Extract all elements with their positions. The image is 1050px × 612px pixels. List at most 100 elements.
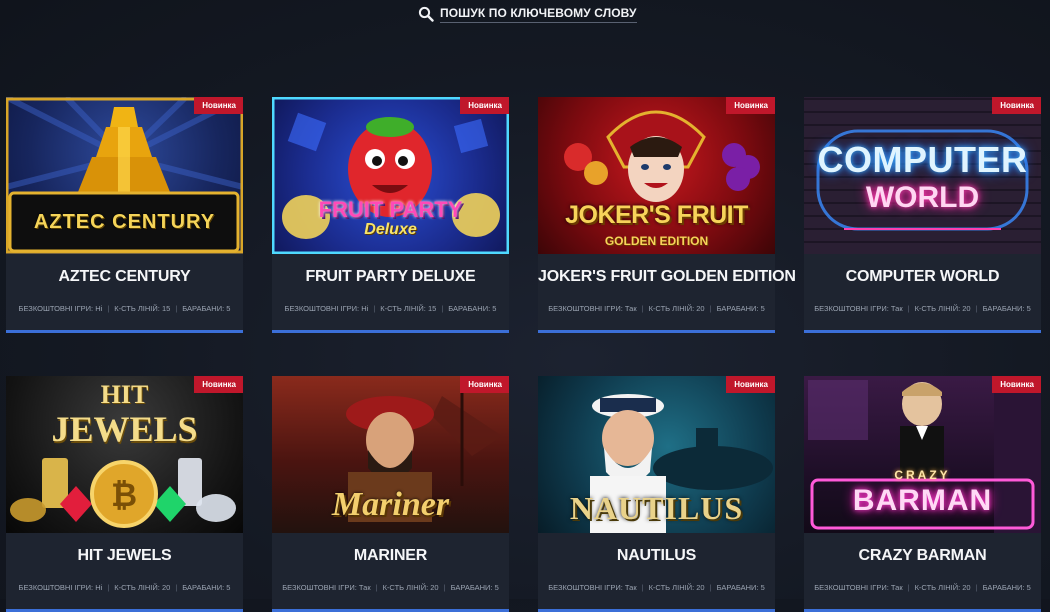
game-logo: FRUIT PARTY xyxy=(318,197,463,222)
lines-value: 20 xyxy=(962,303,971,313)
separator: | xyxy=(907,582,910,592)
new-badge: Новинка xyxy=(726,376,775,393)
lines-label: К-СТЬ ЛІНІЙ: xyxy=(648,582,695,592)
game-logo: COMPUTER xyxy=(817,139,1028,180)
free-spins-label: БЕЗКОШТОВНІ ІГРИ: xyxy=(548,582,623,592)
game-card-fruit-party-deluxe[interactable]: FRUIT PARTY Deluxe Новинка FRUIT PARTY D… xyxy=(272,97,509,333)
new-badge: Новинка xyxy=(460,97,509,114)
new-badge: Новинка xyxy=(194,376,243,393)
lines-value: 20 xyxy=(696,303,705,313)
free-spins-value: Ні xyxy=(361,303,369,313)
separator: | xyxy=(375,582,378,592)
search-link[interactable]: ПОШУК ПО КЛЮЧЕВОМУ СЛОВУ xyxy=(418,4,637,24)
separator: | xyxy=(441,303,444,313)
lines-value: 20 xyxy=(962,582,971,592)
game-meta: БЕЗКОШТОВНІ ІГРИ: Так | К-СТЬ ЛІНІЙ: 20 … xyxy=(804,579,1041,595)
lines-label: К-СТЬ ЛІНІЙ: xyxy=(648,303,695,313)
game-thumbnail: JOKER'S FRUIT GOLDEN EDITION Новинка xyxy=(538,97,775,254)
game-card-aztec-century[interactable]: AZTEC CENTURY Новинка AZTEC CENTURY БЕЗК… xyxy=(6,97,243,333)
lines-value: 15 xyxy=(161,303,171,313)
reels-label: БАРАБАНИ: xyxy=(450,582,493,592)
game-thumbnail: FRUIT PARTY Deluxe Новинка xyxy=(272,97,509,254)
game-thumbnail: NAUTILUS Новинка xyxy=(538,376,775,533)
new-badge: Новинка xyxy=(726,97,775,114)
new-badge: Новинка xyxy=(992,97,1041,114)
game-logo: BARMAN xyxy=(852,484,993,517)
reels-value: 5 xyxy=(492,303,497,313)
free-spins-label: БЕЗКОШТОВНІ ІГРИ: xyxy=(18,582,94,592)
reels-label: БАРАБАНИ: xyxy=(982,303,1025,313)
new-badge: Новинка xyxy=(194,97,243,114)
separator: | xyxy=(175,303,178,313)
reels-label: БАРАБАНИ: xyxy=(716,303,759,313)
game-title: HIT JEWELS xyxy=(77,547,172,564)
game-title: AZTEC CENTURY xyxy=(58,268,191,285)
free-spins-value: Так xyxy=(890,303,903,313)
reels-value: 5 xyxy=(1026,582,1031,592)
game-card-computer-world[interactable]: COMPUTER WORLD Новинка COMPUTER WORLD БЕ… xyxy=(804,97,1041,333)
separator: | xyxy=(641,582,644,592)
game-meta: БЕЗКОШТОВНІ ІГРИ: Ні | К-СТЬ ЛІНІЙ: 15 |… xyxy=(6,300,243,316)
reels-value: 5 xyxy=(494,582,499,592)
lines-label: К-СТЬ ЛІНІЙ: xyxy=(114,303,160,313)
separator: | xyxy=(373,303,376,313)
free-spins-value: Ні xyxy=(95,582,103,592)
reels-label: БАРАБАНИ: xyxy=(982,582,1025,592)
game-title: FRUIT PARTY DELUXE xyxy=(305,268,476,285)
reels-label: БАРАБАНИ: xyxy=(182,303,225,313)
lines-value: 20 xyxy=(161,582,171,592)
game-title: COMPUTER WORLD xyxy=(845,268,1000,285)
free-spins-label: БЕЗКОШТОВНІ ІГРИ: xyxy=(814,582,889,592)
free-spins-value: Так xyxy=(624,582,637,592)
game-thumbnail: AZTEC CENTURY Новинка xyxy=(6,97,243,254)
game-card-crazy-barman[interactable]: CRAZY BARMAN Новинка CRAZY BARMAN БЕЗКОШ… xyxy=(804,376,1041,612)
lines-value: 20 xyxy=(430,582,439,592)
free-spins-value: Так xyxy=(890,582,903,592)
game-title: JOKER'S FRUIT GOLDEN EDITION xyxy=(538,268,796,285)
game-meta: БЕЗКОШТОВНІ ІГРИ: Так | К-СТЬ ЛІНІЙ: 20 … xyxy=(804,300,1041,316)
separator: | xyxy=(709,303,712,313)
game-thumbnail: CRAZY BARMAN Новинка xyxy=(804,376,1041,533)
game-card-nautilus[interactable]: NAUTILUS Новинка NAUTILUS БЕЗКОШТОВНІ ІГ… xyxy=(538,376,775,612)
game-meta: БЕЗКОШТОВНІ ІГРИ: Ні | К-СТЬ ЛІНІЙ: 20 |… xyxy=(6,579,243,595)
free-spins-label: БЕЗКОШТОВНІ ІГРИ: xyxy=(548,303,623,313)
game-thumbnail: COMPUTER WORLD Новинка xyxy=(804,97,1041,254)
game-title: CRAZY BARMAN xyxy=(858,547,987,564)
game-logo-subtitle: GOLDEN EDITION xyxy=(604,234,709,248)
game-meta: БЕЗКОШТОВНІ ІГРИ: Так | К-СТЬ ЛІНІЙ: 20 … xyxy=(272,579,509,595)
game-logo-subtitle: Deluxe xyxy=(364,221,417,238)
separator: | xyxy=(107,303,110,313)
reels-value: 5 xyxy=(226,303,231,313)
reels-label: БАРАБАНИ: xyxy=(448,303,491,313)
game-meta: БЕЗКОШТОВНІ ІГРИ: Так | К-СТЬ ЛІНІЙ: 20 … xyxy=(538,579,775,595)
game-logo: AZTEC CENTURY xyxy=(33,211,216,233)
lines-label: К-СТЬ ЛІНІЙ: xyxy=(914,582,961,592)
reels-value: 5 xyxy=(760,303,765,313)
search-icon xyxy=(418,6,434,22)
lines-value: 15 xyxy=(427,303,437,313)
separator: | xyxy=(641,303,644,313)
game-card-jokers-fruit-golden-edition[interactable]: JOKER'S FRUIT GOLDEN EDITION Новинка JOK… xyxy=(538,97,796,333)
free-spins-value: Так xyxy=(624,303,637,313)
search-label: ПОШУК ПО КЛЮЧЕВОМУ СЛОВУ xyxy=(440,6,637,23)
separator: | xyxy=(443,582,446,592)
separator: | xyxy=(107,582,110,592)
game-logo-subtitle: WORLD xyxy=(865,181,980,214)
separator: | xyxy=(175,582,178,592)
game-logo: NAUTILUS xyxy=(569,490,744,526)
game-logo-subtitle: JEWELS xyxy=(51,409,198,449)
separator: | xyxy=(709,582,712,592)
games-grid: AZTEC CENTURY Новинка AZTEC CENTURY БЕЗК… xyxy=(6,97,1041,612)
game-meta: БЕЗКОШТОВНІ ІГРИ: Так | К-СТЬ ЛІНІЙ: 20 … xyxy=(538,300,775,316)
reels-label: БАРАБАНИ: xyxy=(182,582,225,592)
game-card-hit-jewels[interactable]: ₿ HIT JEWELS Новинка HIT JEWELS БЕЗКОШТО… xyxy=(6,376,243,612)
game-card-mariner[interactable]: Mariner Новинка MARINER БЕЗКОШТОВНІ ІГРИ… xyxy=(272,376,509,612)
free-spins-label: БЕЗКОШТОВНІ ІГРИ: xyxy=(814,303,889,313)
game-title: NAUTILUS xyxy=(616,547,697,564)
lines-value: 20 xyxy=(696,582,705,592)
game-thumbnail: ₿ HIT JEWELS Новинка xyxy=(6,376,243,533)
free-spins-value: Ні xyxy=(95,303,103,313)
new-badge: Новинка xyxy=(992,376,1041,393)
separator: | xyxy=(975,303,978,313)
lines-label: К-СТЬ ЛІНІЙ: xyxy=(382,582,429,592)
